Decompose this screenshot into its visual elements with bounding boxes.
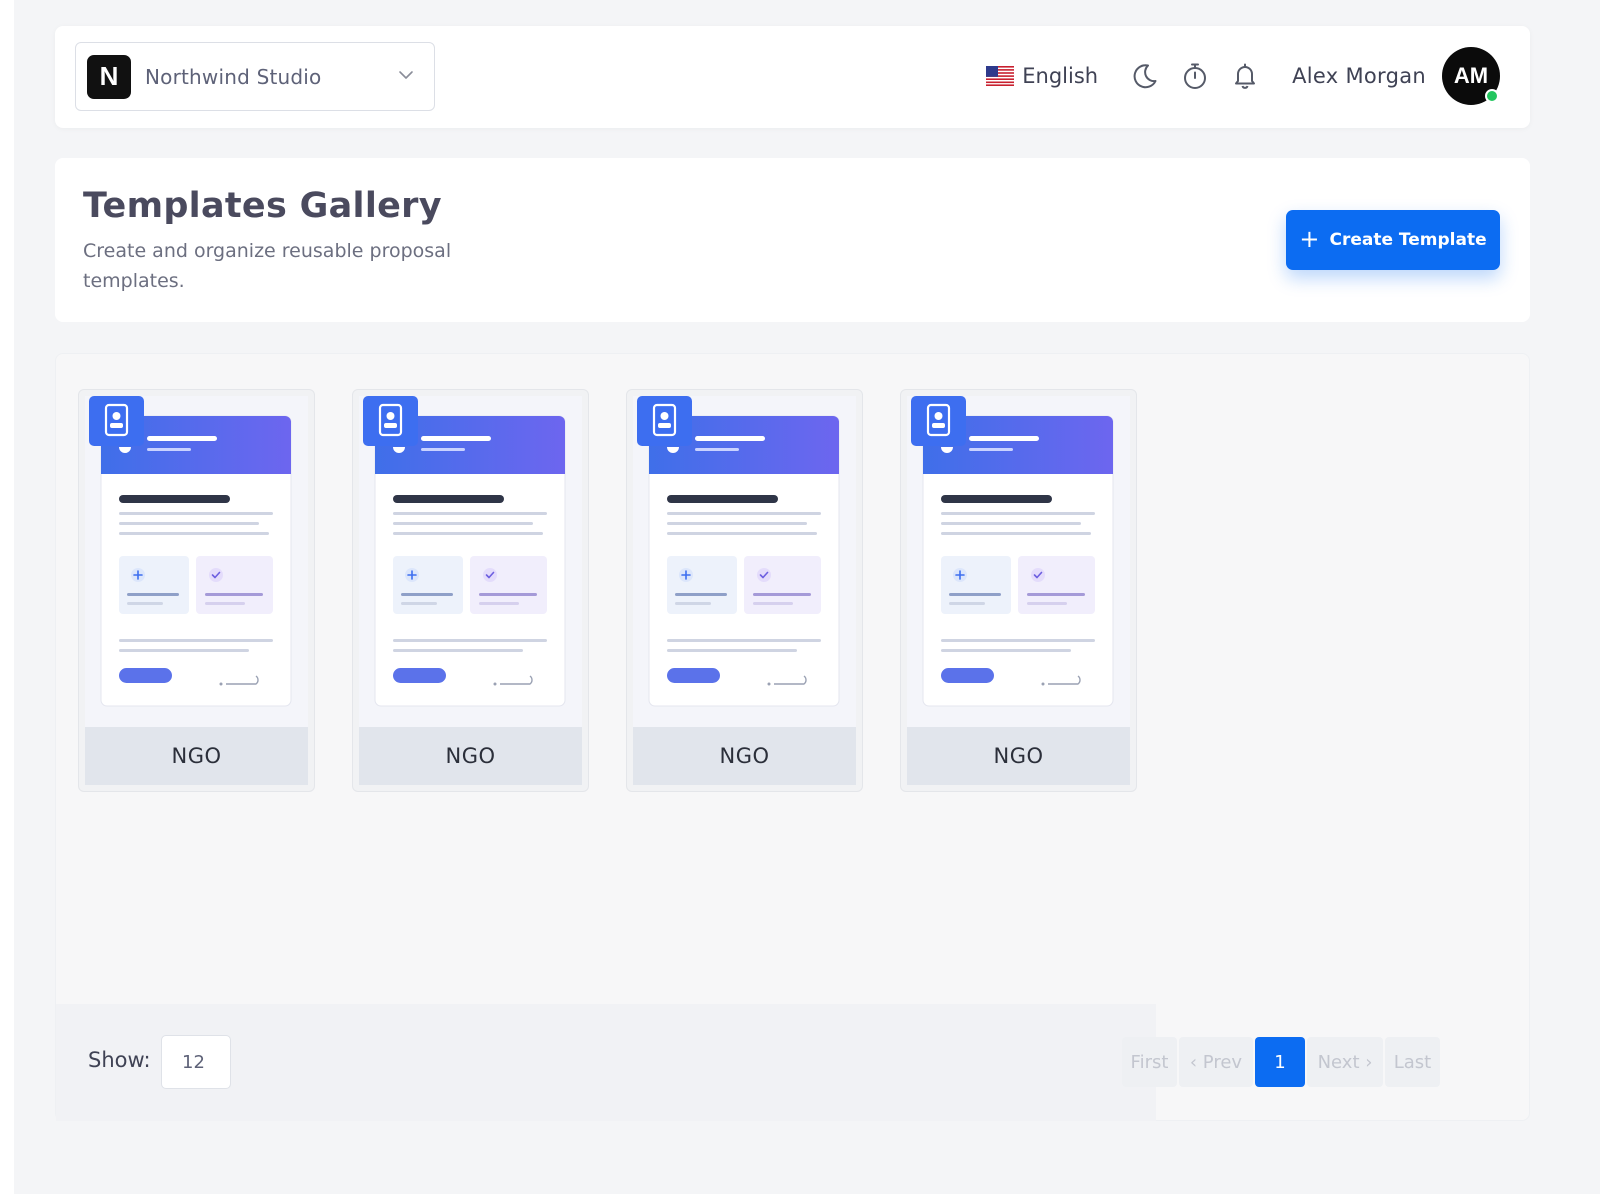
language-selector[interactable]: English (986, 64, 1098, 88)
template-card-label: NGO (907, 727, 1130, 785)
create-template-label: Create Template (1329, 230, 1487, 250)
template-card-body: NGO (85, 396, 308, 785)
template-thumbnail (363, 396, 566, 707)
template-card-body: NGO (907, 396, 1130, 785)
page-title: Templates Gallery (83, 186, 442, 226)
bell-icon (1235, 63, 1256, 89)
timer-button[interactable] (1180, 61, 1210, 91)
template-card[interactable]: NGO (352, 389, 589, 792)
workspace-selector[interactable]: N Northwind Studio (75, 42, 435, 111)
template-card-body: NGO (359, 396, 582, 785)
template-thumbnail (911, 396, 1114, 707)
template-card[interactable]: NGO (626, 389, 863, 792)
show-label: Show: (88, 1048, 151, 1072)
avatar-initials: AM (1453, 63, 1489, 88)
top-bar: N Northwind Studio English Alex Morgan A… (55, 26, 1530, 128)
pagination: First ‹ Prev 1 Next › Last (1122, 1037, 1442, 1087)
page-size-input[interactable] (161, 1035, 231, 1089)
create-template-button[interactable]: + Create Template (1286, 210, 1500, 270)
pagination-first[interactable]: First (1122, 1037, 1177, 1087)
template-card-label: NGO (633, 727, 856, 785)
chevron-down-icon (399, 71, 413, 79)
pagination-last[interactable]: Last (1385, 1037, 1440, 1087)
pagination-prev[interactable]: ‹ Prev (1179, 1037, 1253, 1087)
template-thumbnail (89, 396, 292, 707)
template-card[interactable]: NGO (900, 389, 1137, 792)
template-thumbnail (637, 396, 840, 707)
language-label: English (1022, 64, 1099, 88)
template-card[interactable]: NGO (78, 389, 315, 792)
online-status-dot (1485, 89, 1499, 103)
template-card-label: NGO (359, 727, 582, 785)
notifications-button[interactable] (1230, 61, 1260, 91)
plus-icon: + (1299, 224, 1320, 253)
template-card-body: NGO (633, 396, 856, 785)
moon-icon (1133, 64, 1157, 89)
avatar[interactable]: AM (1442, 47, 1500, 105)
pagination-next[interactable]: Next › (1307, 1037, 1383, 1087)
stopwatch-icon (1184, 63, 1207, 89)
templates-gallery: NGO NGO NGO NGO Show: First ‹ Prev 1 Next ›… (55, 353, 1530, 1121)
page-header: Templates Gallery Create and organize re… (55, 158, 1530, 322)
template-card-label: NGO (85, 727, 308, 785)
user-name[interactable]: Alex Morgan (1292, 64, 1426, 88)
page-subtitle: Create and organize reusable proposal te… (83, 240, 452, 292)
us-flag-icon (986, 66, 1015, 86)
theme-toggle[interactable] (1130, 61, 1160, 91)
top-bar-actions: English Alex Morgan AM (986, 46, 1500, 106)
workspace-logo: N (87, 54, 131, 99)
page-edge (0, 0, 14, 1194)
workspace-name: Northwind Studio (145, 64, 322, 89)
pagination-current-page[interactable]: 1 (1255, 1037, 1305, 1087)
